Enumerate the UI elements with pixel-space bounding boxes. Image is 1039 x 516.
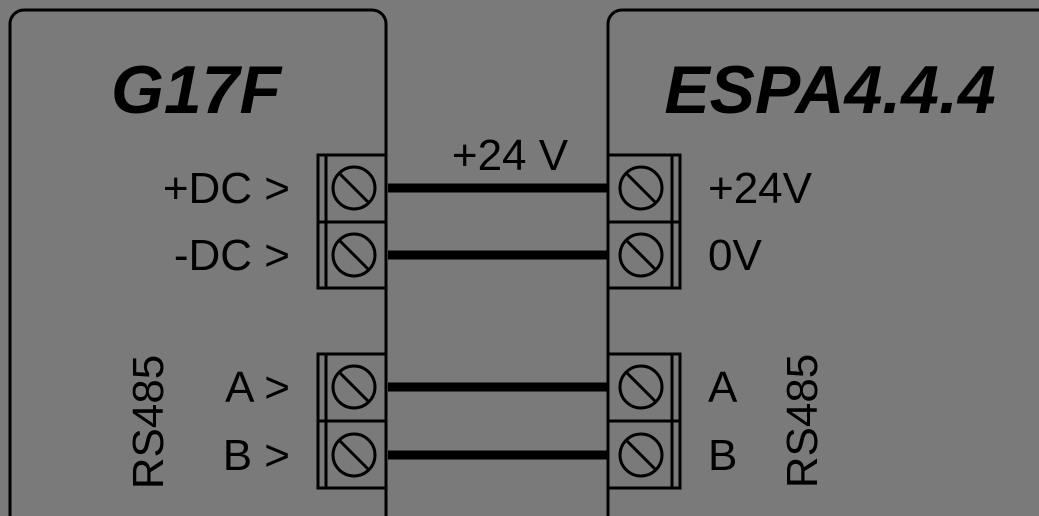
g17f-terminal-block-rs485 [316, 352, 388, 490]
label-plus-24v: +24V [708, 164, 813, 213]
label-plus-dc: +DC > [163, 164, 290, 213]
label-right-b: B [708, 431, 737, 480]
label-left-b: B > [223, 431, 290, 480]
label-minus-dc: -DC > [174, 231, 290, 280]
label-left-a: A > [225, 363, 290, 412]
label-0v: 0V [708, 231, 762, 280]
g17f-terminal-block-power [316, 153, 388, 290]
label-right-rs485: RS485 [778, 354, 827, 489]
g17f-title: G17F [111, 52, 283, 128]
label-left-rs485: RS485 [124, 355, 173, 490]
wires [388, 183, 608, 460]
espa-title: ESPA4.4.4 [664, 52, 995, 128]
label-right-a: A [708, 363, 738, 412]
espa-terminal-block-power [606, 153, 682, 290]
wiring-diagram: G17F ESPA4.4.4 +24 V +DC > -DC > A > B >… [8, 8, 1039, 516]
espa-terminal-block-rs485 [606, 352, 682, 490]
wire-label-24v: +24 V [452, 131, 569, 180]
